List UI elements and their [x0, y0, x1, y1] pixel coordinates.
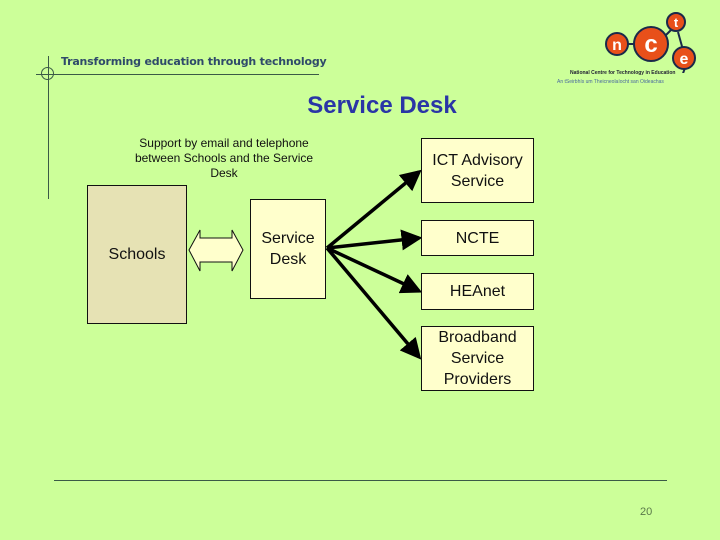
heanet-box: HEAnet [421, 273, 534, 310]
service-desk-box: Service Desk [250, 199, 326, 299]
service-desk-label: Service Desk [261, 230, 315, 268]
ict-advisory-label: ICT Advisory Service [432, 151, 523, 190]
broadband-label: Broadband Service Providers [438, 329, 517, 388]
ict-advisory-box: ICT Advisory Service [421, 138, 534, 203]
heanet-label: HEAnet [449, 283, 506, 300]
arrow-to-ncte [326, 229, 423, 251]
page-number: 20 [640, 506, 653, 518]
arrow-to-ict [325, 169, 422, 250]
footer-rule [54, 480, 667, 481]
bidirectional-arrow [188, 229, 244, 272]
broadband-box: Broadband Service Providers [421, 326, 534, 391]
schools-label: Schools [108, 246, 166, 263]
arrow-to-heanet [326, 246, 423, 294]
arrow-to-broadband [325, 246, 422, 360]
schools-box: Schools [87, 185, 187, 324]
ncte-box: NCTE [421, 220, 534, 256]
ncte-label: NCTE [455, 229, 500, 247]
